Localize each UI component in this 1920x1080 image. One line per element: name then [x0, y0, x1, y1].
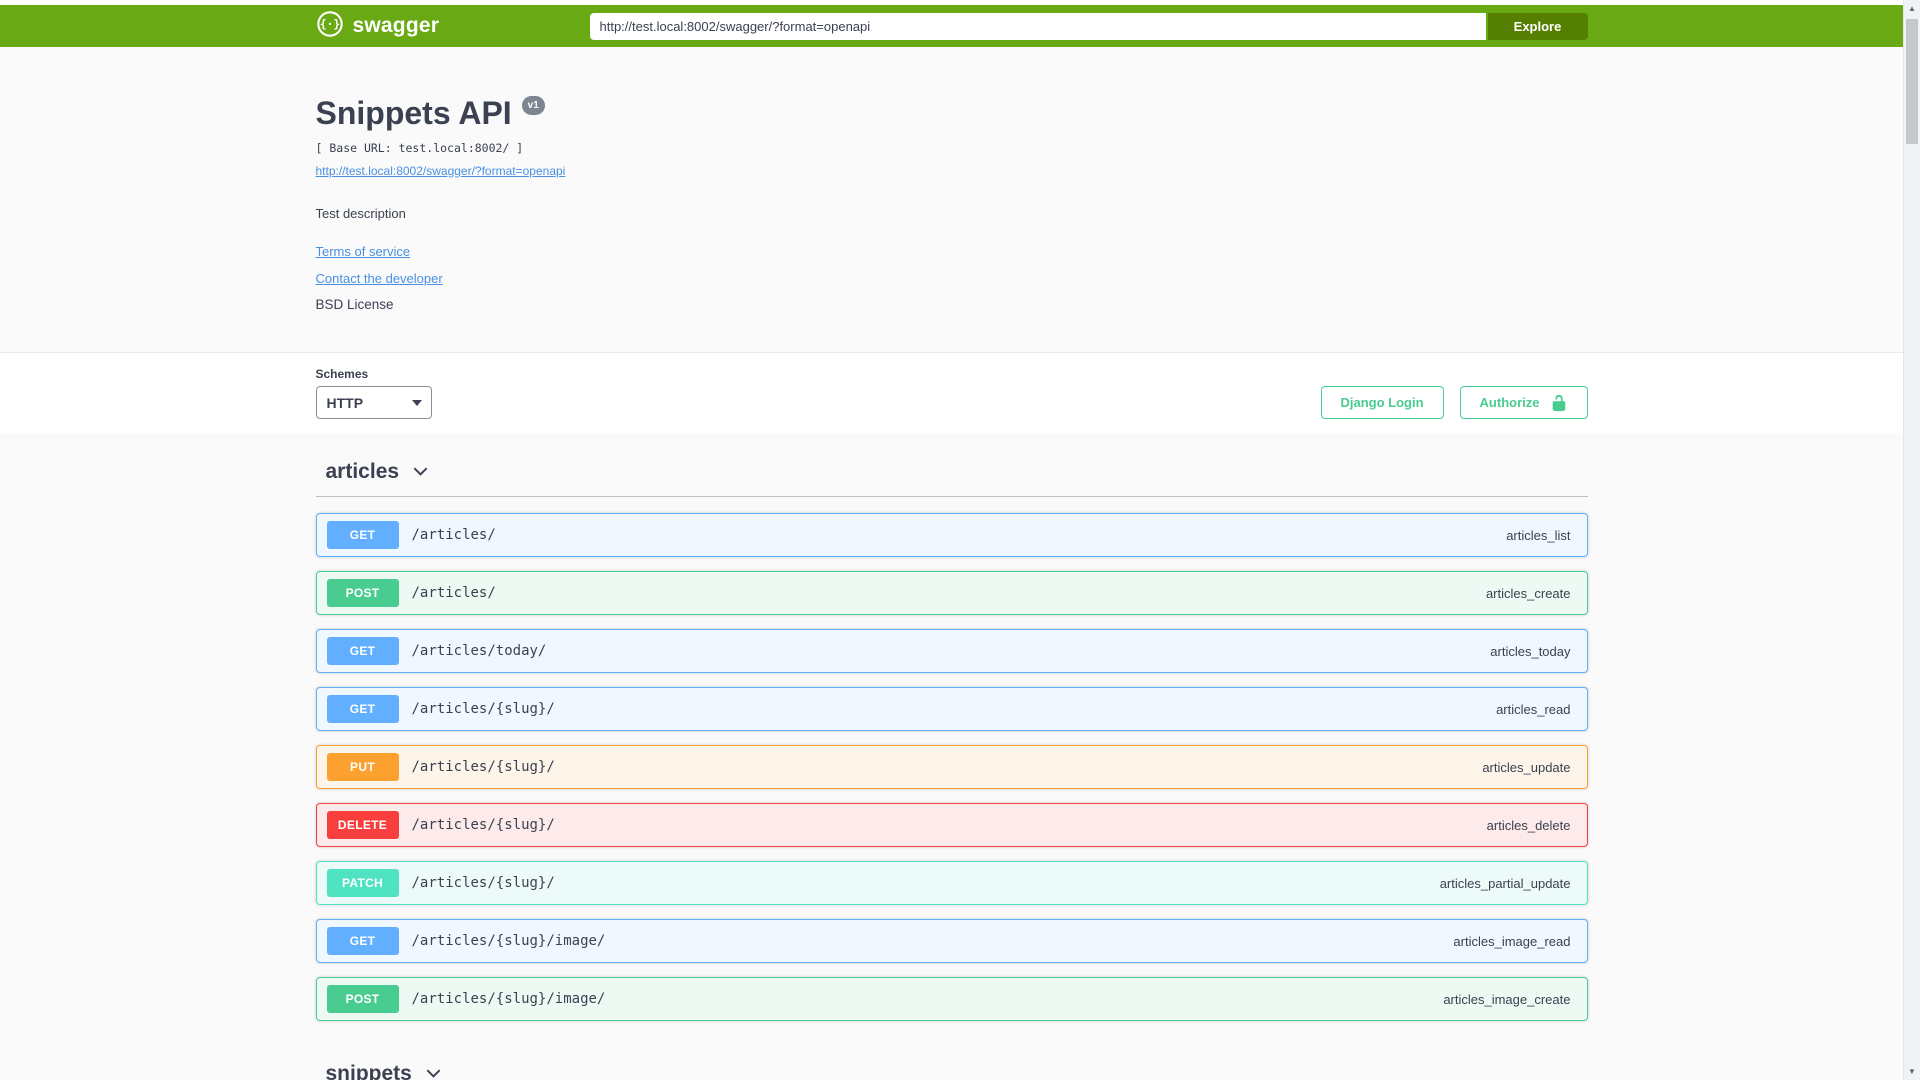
operation-row[interactable]: POST /articles/{slug}/image/ articles_im…: [315, 977, 1588, 1021]
page-title: Snippets API v1: [316, 95, 1588, 132]
topbar: {·} swagger Explore: [0, 5, 1903, 47]
scheme-section: Schemes HTTP Django Login Authorize: [0, 352, 1903, 433]
method-badge: POST: [326, 579, 399, 607]
operation-id: articles_list: [1506, 527, 1571, 543]
operation-id: articles_delete: [1486, 817, 1571, 833]
spec-url-input[interactable]: [589, 12, 1486, 40]
auth-wrapper: Django Login Authorize: [1320, 386, 1588, 419]
schemes-group: Schemes HTTP: [315, 367, 432, 419]
method-badge: GET: [326, 637, 399, 665]
operation-path: /articles/{slug}/: [411, 817, 555, 833]
method-badge: GET: [326, 521, 399, 549]
authorize-button[interactable]: Authorize: [1459, 386, 1588, 419]
swagger-logo[interactable]: {·} swagger: [316, 10, 440, 43]
scroll-up-icon: ▲: [1908, 4, 1916, 13]
base-url: [ Base URL: test.local:8002/ ]: [315, 141, 524, 155]
version-badge: v1: [521, 96, 545, 115]
operation-id: articles_update: [1482, 759, 1571, 775]
terms-of-service-link[interactable]: Terms of service: [316, 244, 411, 259]
operation-row[interactable]: GET /articles/{slug}/image/ articles_ima…: [315, 919, 1588, 963]
schemes-label: Schemes: [315, 367, 369, 381]
section-title: snippets: [325, 1062, 412, 1080]
method-badge: PATCH: [326, 869, 399, 897]
scroll-up-button[interactable]: ▲: [1904, 0, 1920, 17]
info-section: Snippets API v1 [ Base URL: test.local:8…: [0, 47, 1903, 352]
operation-row[interactable]: GET /articles/today/ articles_today: [315, 629, 1588, 673]
license-text: BSD License: [315, 297, 394, 312]
operation-path: /articles/: [411, 527, 496, 543]
api-title-text: Snippets API: [315, 95, 512, 131]
operation-id: articles_create: [1485, 585, 1571, 601]
section-title: articles: [325, 460, 400, 483]
operation-row[interactable]: GET /articles/ articles_list: [315, 513, 1588, 557]
spec-link[interactable]: http://test.local:8002/swagger/?format=o…: [316, 164, 566, 178]
operation-row[interactable]: DELETE /articles/{slug}/ articles_delete: [315, 803, 1588, 847]
scroll-down-icon: ▼: [1908, 1067, 1916, 1076]
operation-path: /articles/{slug}/: [411, 701, 555, 717]
scrollbar[interactable]: ▲ ▼: [1903, 0, 1920, 1080]
operation-path: /articles/{slug}/image/: [411, 991, 606, 1007]
method-badge: GET: [326, 927, 399, 955]
operation-row[interactable]: GET /articles/{slug}/ articles_read: [315, 687, 1588, 731]
tag-header[interactable]: articles: [315, 447, 1588, 497]
tag-section: snippets GET /snippets/ snippets_list: [316, 1049, 1588, 1080]
swagger-logo-icon: {·}: [316, 10, 344, 43]
schemes-select[interactable]: HTTP: [315, 386, 432, 419]
operation-id: articles_today: [1490, 643, 1571, 659]
contact-developer-link[interactable]: Contact the developer: [316, 271, 443, 286]
operation-id: articles_image_read: [1453, 933, 1571, 949]
method-badge: GET: [326, 695, 399, 723]
spec-url-form: Explore: [589, 12, 1588, 40]
method-badge: POST: [326, 985, 399, 1013]
method-badge: PUT: [326, 753, 399, 781]
explore-button[interactable]: Explore: [1487, 12, 1588, 40]
authorize-button-label: Authorize: [1479, 395, 1540, 410]
operation-path: /articles/: [411, 585, 496, 601]
scroll-down-button[interactable]: ▼: [1904, 1063, 1920, 1080]
chevron-down-icon[interactable]: [424, 1064, 443, 1080]
tag-header[interactable]: snippets: [316, 1049, 1588, 1080]
api-description: Test description: [315, 206, 406, 221]
operation-path: /articles/{slug}/: [411, 759, 555, 775]
operation-id: articles_partial_update: [1439, 875, 1571, 891]
django-login-button[interactable]: Django Login: [1320, 386, 1444, 419]
operation-id: articles_image_create: [1443, 991, 1571, 1007]
method-badge: DELETE: [326, 811, 399, 839]
swagger-page: {·} swagger Explore Snippets API v1 [ Ba…: [0, 0, 1903, 1080]
operation-row[interactable]: POST /articles/ articles_create: [315, 571, 1588, 615]
operation-row[interactable]: PATCH /articles/{slug}/ articles_partial…: [315, 861, 1588, 905]
svg-text:{·}: {·}: [319, 18, 339, 31]
operation-id: articles_read: [1496, 701, 1571, 717]
chevron-down-icon[interactable]: [411, 462, 430, 481]
operations-area: articles GET /articles/ articles_list PO…: [0, 433, 1903, 1080]
operation-row[interactable]: PUT /articles/{slug}/ articles_update: [315, 745, 1588, 789]
swagger-logo-text: swagger: [352, 14, 440, 37]
tag-section: articles GET /articles/ articles_list PO…: [315, 447, 1588, 1049]
scrollbar-thumb[interactable]: [1906, 19, 1918, 144]
operation-path: /articles/today/: [411, 643, 547, 659]
unlock-icon: [1550, 394, 1568, 412]
operation-path: /articles/{slug}/: [411, 875, 555, 891]
operations-sections: articles GET /articles/ articles_list PO…: [315, 447, 1588, 1080]
operations-list: GET /articles/ articles_list POST /artic…: [315, 497, 1588, 1049]
operation-path: /articles/{slug}/image/: [411, 933, 606, 949]
